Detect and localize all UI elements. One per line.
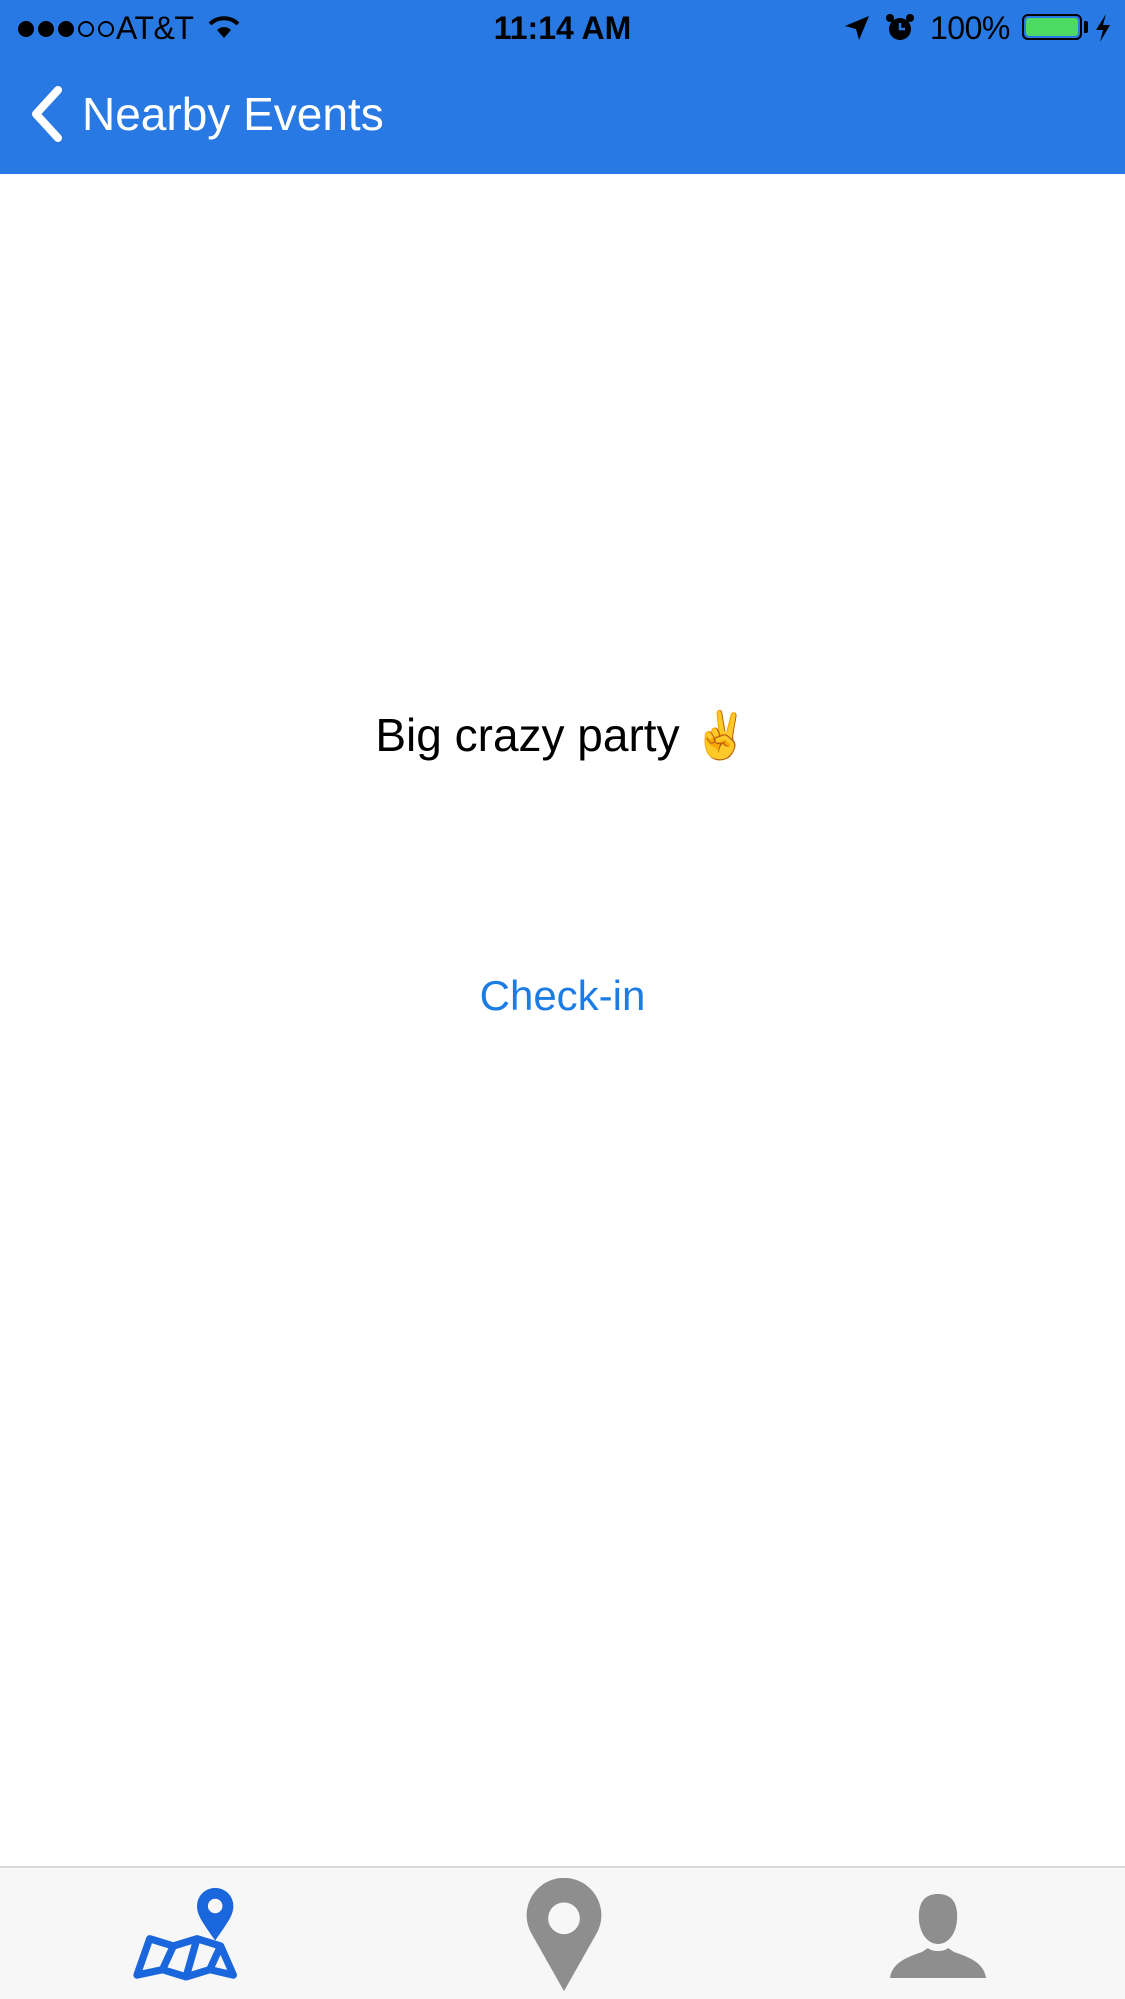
event-title: Big crazy party ✌️ xyxy=(375,709,750,761)
chevron-left-icon xyxy=(32,86,62,142)
tab-profile[interactable] xyxy=(838,1868,1038,1999)
tab-bar xyxy=(0,1866,1125,1999)
battery-icon xyxy=(1022,14,1082,40)
alarm-icon xyxy=(886,14,914,40)
navigation-bar: AT&T 11:14 AM 100% Nearby Events xyxy=(0,0,1125,174)
tab-map[interactable] xyxy=(87,1868,287,1999)
back-button-label: Nearby Events xyxy=(82,88,384,140)
map-pin-icon xyxy=(133,1887,237,1981)
charging-bolt-icon xyxy=(1096,14,1110,42)
status-bar: AT&T 11:14 AM 100% xyxy=(0,0,1125,56)
battery-percentage: 100% xyxy=(930,10,1010,46)
battery-level xyxy=(1026,18,1078,36)
tab-location[interactable] xyxy=(462,1868,662,1999)
profile-icon xyxy=(890,1894,986,1978)
location-pin-icon xyxy=(526,1878,602,1992)
back-button[interactable]: Nearby Events xyxy=(28,84,384,144)
battery-cap xyxy=(1084,21,1088,33)
location-arrow-icon xyxy=(845,16,869,40)
check-in-button[interactable]: Check-in xyxy=(0,972,1125,1020)
